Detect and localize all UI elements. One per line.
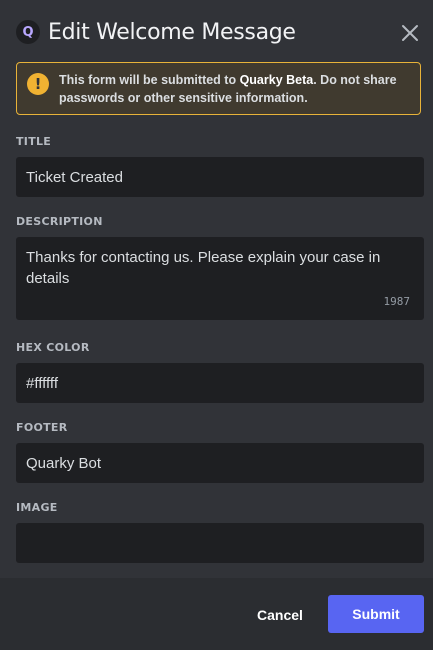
image-label: IMAGE [16, 501, 58, 514]
warning-notice: ! This form will be submitted to Quarky … [16, 62, 421, 115]
footer-label: FOOTER [16, 421, 68, 434]
exclamation-icon: ! [27, 73, 49, 95]
modal-title: Edit Welcome Message [48, 19, 296, 45]
hex-color-value: #ffffff [26, 374, 58, 392]
notice-text-before: This form will be submitted to [59, 73, 240, 87]
app-avatar: Q [16, 20, 40, 44]
title-input[interactable]: Ticket Created [16, 157, 424, 197]
modal-footer: Cancel Submit [0, 578, 433, 650]
description-label: DESCRIPTION [16, 215, 103, 228]
cancel-button[interactable]: Cancel [243, 599, 317, 631]
notice-text: This form will be submitted to Quarky Be… [59, 71, 410, 107]
character-counter: 1987 [383, 295, 411, 308]
submit-button[interactable]: Submit [328, 595, 424, 633]
close-icon[interactable] [399, 22, 421, 44]
edit-welcome-message-modal: Q Edit Welcome Message ! This form will … [0, 0, 433, 650]
title-input-value: Ticket Created [26, 168, 123, 186]
description-textarea[interactable]: Thanks for contacting us. Please explain… [16, 237, 424, 320]
footer-value: Quarky Bot [26, 454, 102, 472]
hex-color-label: HEX COLOR [16, 341, 90, 354]
hex-color-input[interactable]: #ffffff [16, 363, 424, 403]
description-value: Thanks for contacting us. Please explain… [26, 249, 381, 287]
image-input[interactable] [16, 523, 424, 563]
title-label: TITLE [16, 135, 52, 148]
close-icon-svg [402, 25, 418, 41]
footer-input[interactable]: Quarky Bot [16, 443, 424, 483]
notice-app-name: Quarky Beta [239, 73, 314, 87]
modal-header: Q Edit Welcome Message [16, 16, 421, 48]
